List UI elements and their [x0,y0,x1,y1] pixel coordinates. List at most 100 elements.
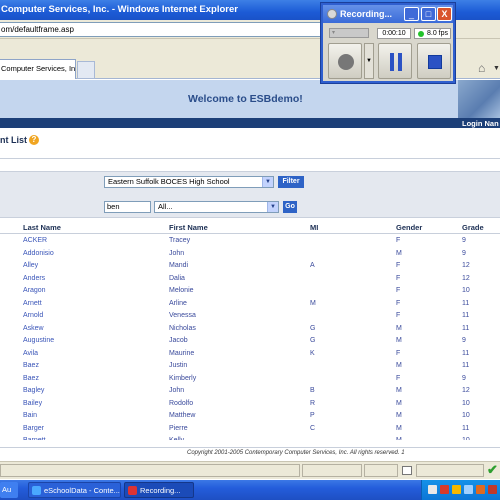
table-row[interactable]: Baez Justin M 11 [0,360,500,373]
column-header-first-name[interactable]: First Name [169,222,208,234]
cell-grade: 12 [462,274,470,282]
go-button[interactable]: Go [283,201,297,213]
table-row[interactable]: Aragon Melonie F 10 [0,285,500,298]
cell-last[interactable]: ACKER [23,235,47,247]
cell-last[interactable]: Anders [23,273,45,285]
school-select[interactable]: Eastern Suffolk BOCES High School ▼ [104,176,274,188]
cell-grade: 9 [462,374,466,382]
cell-last[interactable]: Addonisio [23,248,54,260]
cell-first: Venessa [169,312,196,319]
cell-last[interactable]: Arnold [23,310,43,322]
status-led-icon [418,31,424,37]
browser-tab[interactable]: Computer Services, Inc. [0,59,76,79]
column-header-grade[interactable]: Grade [462,222,484,234]
cell-last[interactable]: Avila [23,348,38,360]
tray-icon[interactable] [452,485,461,494]
filter-button[interactable]: Filter [278,176,304,188]
table-row[interactable]: Barger Pierre C M 11 [0,423,500,436]
chevron-down-icon[interactable]: ▼ [267,202,278,212]
column-header-gender[interactable]: Gender [396,222,422,234]
cell-first: Justin [169,362,188,369]
cell-mi: K [310,349,315,357]
tray-icon[interactable] [476,485,485,494]
table-row[interactable]: Bagley John B M 12 [0,385,500,398]
chevron-down-icon[interactable]: ▼ [262,177,273,187]
school-select-value: Eastern Suffolk BOCES High School [108,177,230,186]
tray-icon[interactable] [464,485,473,494]
table-row[interactable]: ACKER Tracey F 9 [0,235,500,248]
table-row[interactable]: Bailey Rodolfo R M 10 [0,398,500,411]
banner-graphic [458,80,500,118]
cell-first: Dalia [169,274,185,282]
table-row[interactable]: Avila Maurine K F 11 [0,348,500,361]
cell-last[interactable]: Askew [23,323,44,335]
search-input[interactable]: ben [104,201,151,213]
record-options-dropdown[interactable]: ▼ [364,43,374,79]
copyright-text: Copyright 2001-2005 Contemporary Compute… [187,450,405,456]
taskbar-item-eschooldata[interactable]: eSchoolData - Conte... [28,482,121,498]
cell-mi: P [310,412,315,419]
tray-icon[interactable] [488,485,497,494]
table-row[interactable]: Barnett Kelly M 10 [0,435,500,440]
cell-last[interactable]: Augustine [23,335,54,347]
divider [0,158,500,159]
minimize-button[interactable]: _ [404,7,419,21]
cell-last[interactable]: Alley [23,260,38,272]
new-tab-button[interactable] [77,61,95,79]
recorder-mode-select[interactable]: ▾ [329,28,369,38]
table-row[interactable]: Askew Nicholas G M 11 [0,323,500,336]
help-icon[interactable]: ? [29,135,39,145]
cell-last[interactable]: Bain [23,410,37,422]
table-row[interactable]: Augustine Jacob G M 9 [0,335,500,348]
cell-last[interactable]: Arnett [23,298,42,310]
close-button[interactable]: X [437,7,452,21]
table-row[interactable]: Anders Dalia F 12 [0,273,500,286]
home-icon[interactable]: ⌂ [478,61,492,75]
taskbar-item-start[interactable]: Au [0,482,18,498]
security-zone-icon[interactable] [402,466,412,475]
table-row[interactable]: Bain Matthew P M 10 [0,410,500,423]
maximize-button[interactable]: □ [421,7,436,21]
pause-button[interactable] [378,43,412,79]
status-segment [364,464,398,477]
cell-first: Tracey [169,237,191,244]
cell-last[interactable]: Barger [23,423,44,435]
chevron-down-icon[interactable]: ▼ [493,65,500,72]
column-header-mi[interactable]: MI [310,222,318,234]
cell-gender: M [396,435,402,440]
tray-icon[interactable] [428,485,437,494]
cell-last[interactable]: Barnett [23,435,46,440]
table-row[interactable]: Addonisio John M 9 [0,248,500,261]
address-input[interactable]: om/defaultframe.asp [0,22,330,37]
cell-first: Maurine [169,349,195,357]
record-button[interactable] [328,43,362,79]
cell-last[interactable]: Bailey [23,398,42,410]
column-header-last-name[interactable]: Last Name [23,222,61,234]
cell-gender: F [396,287,401,294]
field-select-value: All... [158,202,173,211]
table-row[interactable]: Alley Mandi A F 12 [0,260,500,273]
cell-last[interactable]: Baez [23,360,39,372]
recorder-icon [128,486,137,495]
table-row[interactable]: Arnett Arline M F 11 [0,298,500,311]
table-row[interactable]: Arnold Venessa F 11 [0,310,500,323]
tray-icon[interactable] [440,485,449,494]
cell-grade: 11 [462,324,470,332]
cell-gender: F [396,349,401,357]
table-row[interactable]: Baez Kimberly F 9 [0,373,500,386]
cell-grade: 11 [462,424,470,432]
cell-mi: B [310,387,315,394]
cell-last[interactable]: Aragon [23,285,46,297]
cell-first: Nicholas [169,324,196,332]
cell-last[interactable]: Baez [23,373,39,385]
cell-mi: C [310,424,316,432]
taskbar-item-recording[interactable]: Recording... [124,482,194,498]
cell-first: Arline [169,299,187,307]
field-select[interactable]: All... ▼ [154,201,279,213]
cell-first: John [169,387,185,394]
cell-last[interactable]: Bagley [23,385,44,397]
status-bar: ✔ [0,461,500,479]
stop-button[interactable] [417,43,451,79]
cell-grade: 11 [462,299,470,307]
cell-grade: 10 [462,435,470,440]
